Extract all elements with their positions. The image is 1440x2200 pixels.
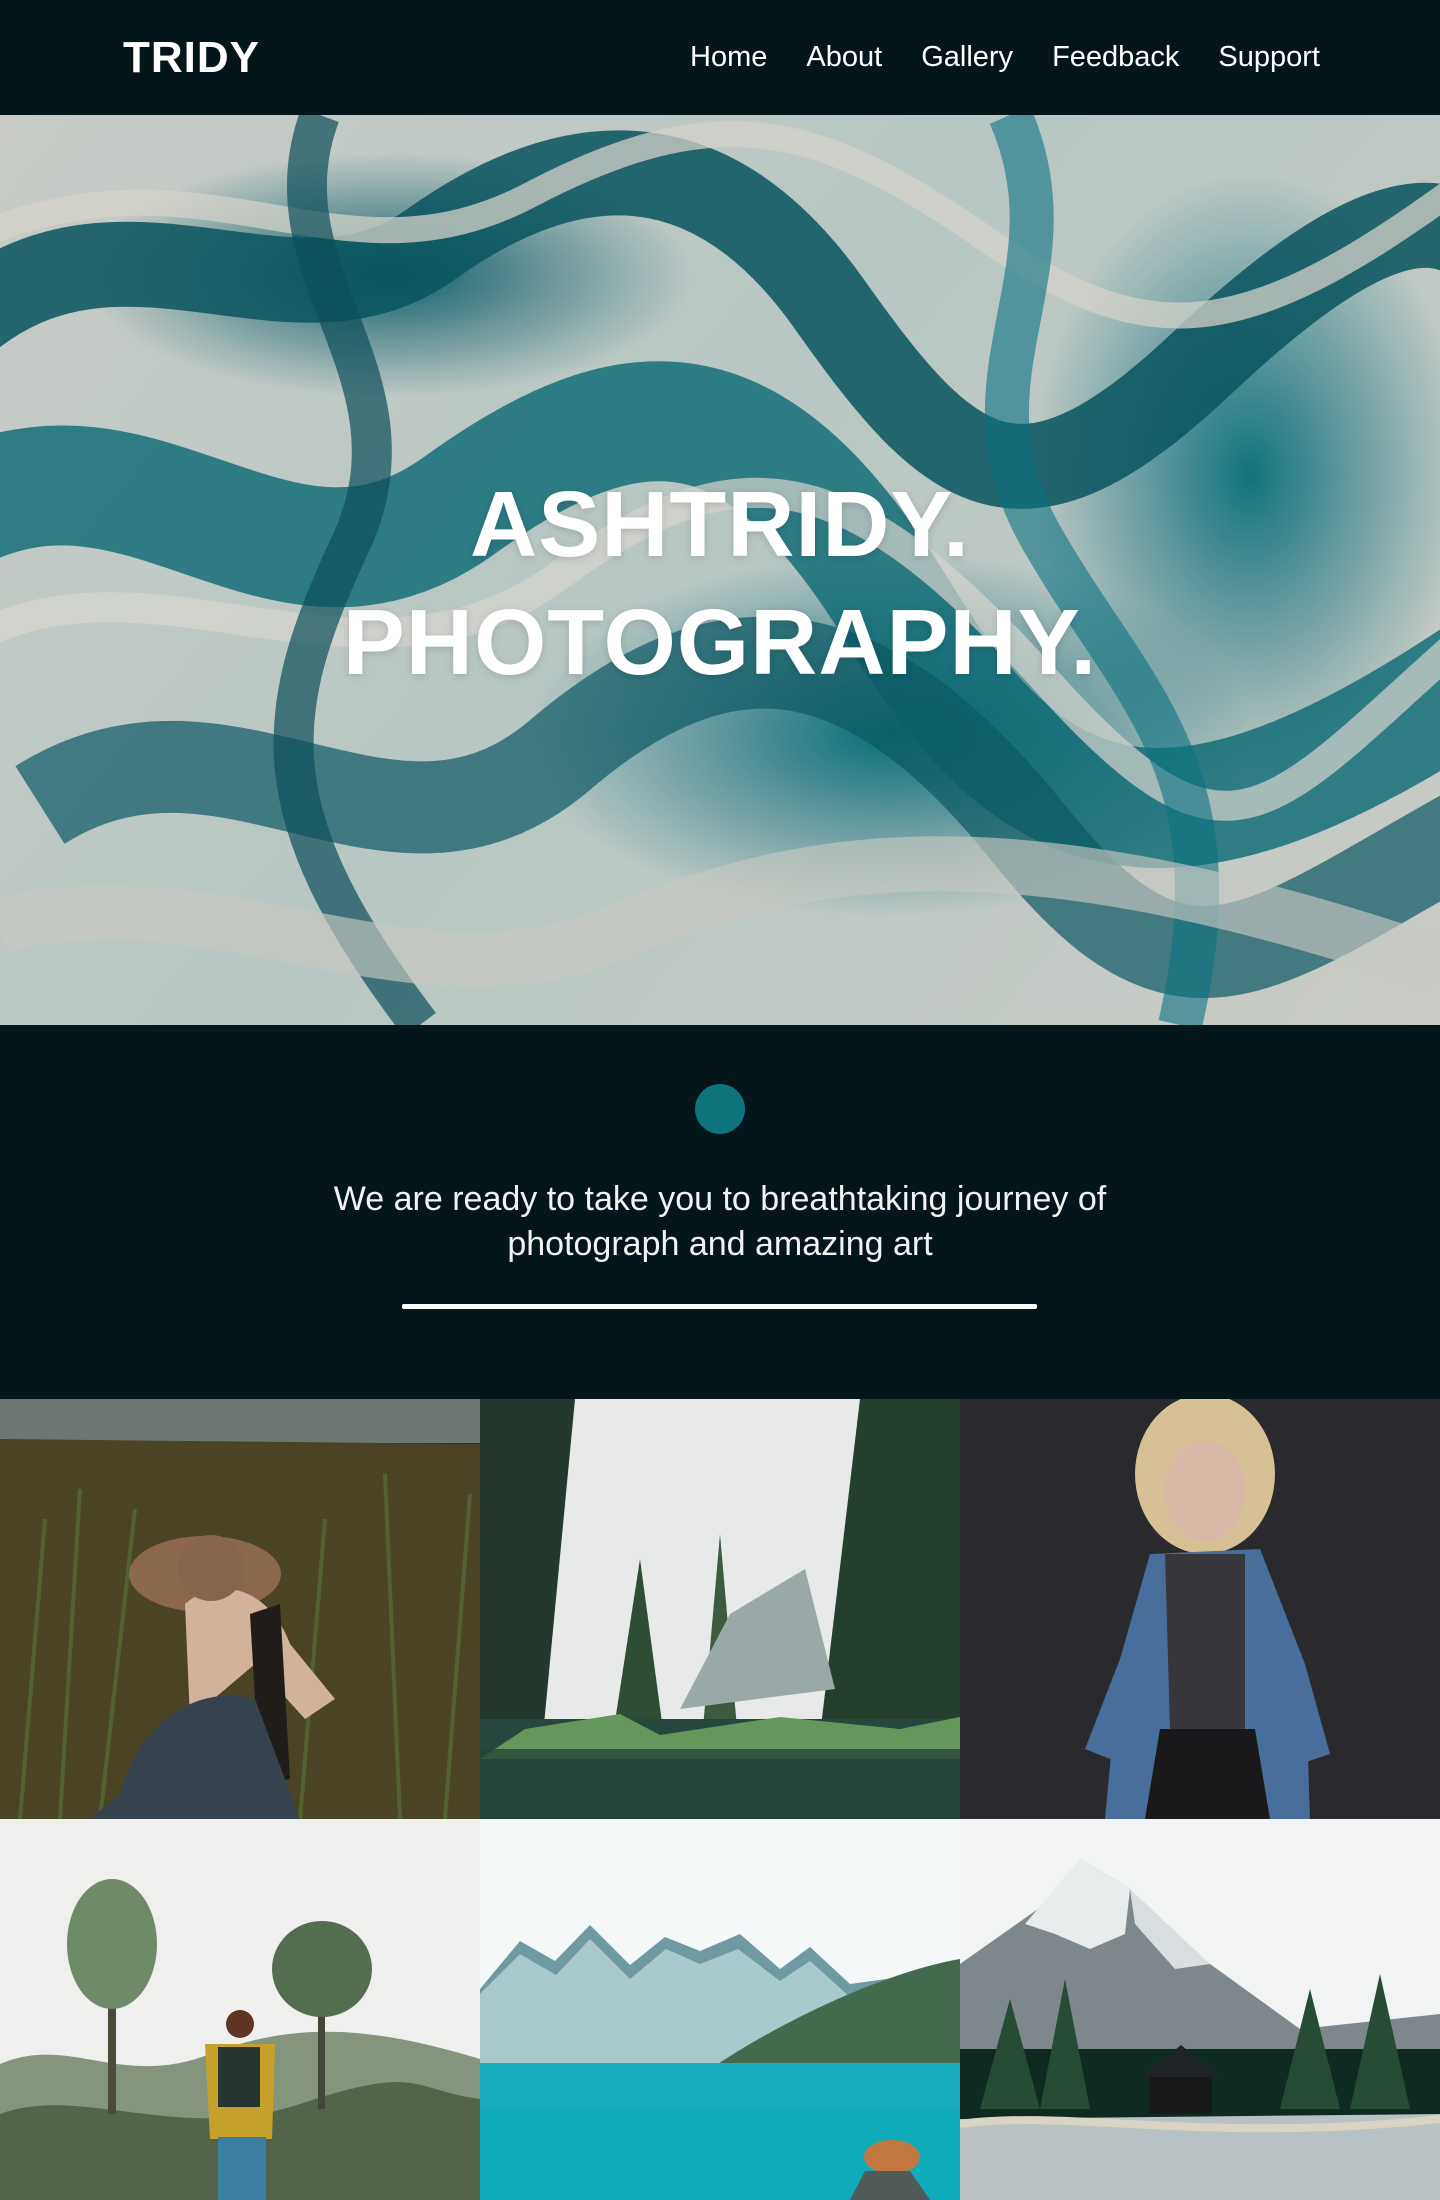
turquoise-mountain-lake-photo[interactable] xyxy=(480,1819,960,2200)
turquoise-mountain-lake-image xyxy=(480,1819,960,2200)
denim-jacket-portrait-image xyxy=(960,1399,1440,1819)
photographer-in-field-image xyxy=(0,1399,480,1819)
forest-lake-photo[interactable] xyxy=(480,1399,960,1819)
nav-support-link[interactable]: Support xyxy=(1218,41,1320,74)
mountain-cabin-lake-photo[interactable] xyxy=(960,1819,1440,2200)
nav-about-link[interactable]: About xyxy=(806,41,882,74)
hiker-in-misty-forest-photo[interactable] xyxy=(0,1819,480,2200)
top-navigation: TRIDY Home About Gallery Feedback Suppor… xyxy=(0,0,1440,115)
forest-lake-image xyxy=(480,1399,960,1819)
decorative-dot-icon xyxy=(695,1084,745,1134)
photo-gallery xyxy=(0,1399,1440,2200)
hiker-in-misty-forest-image xyxy=(0,1819,480,2200)
intro-tagline-line-1: We are ready to take you to breathtaking… xyxy=(333,1180,1107,1218)
hero-heading-line-1: ASHTRIDY. xyxy=(470,472,970,576)
hero-banner: ASHTRIDY. PHOTOGRAPHY. xyxy=(0,115,1440,1025)
nav-feedback-link[interactable]: Feedback xyxy=(1052,41,1179,74)
nav-gallery-link[interactable]: Gallery xyxy=(921,41,1013,74)
hero-heading: ASHTRIDY. PHOTOGRAPHY. xyxy=(0,465,1440,701)
intro-divider xyxy=(402,1304,1037,1309)
brand-logo[interactable]: TRIDY xyxy=(123,33,260,83)
intro-tagline: We are ready to take you to breathtaking… xyxy=(0,1177,1440,1267)
hero-heading-line-2: PHOTOGRAPHY. xyxy=(342,590,1098,695)
primary-navigation: Home About Gallery Feedback Support xyxy=(690,41,1320,74)
intro-tagline-line-2: photograph and amazing art xyxy=(507,1224,933,1263)
nav-home-link[interactable]: Home xyxy=(690,41,767,74)
intro-section: We are ready to take you to breathtaking… xyxy=(0,1025,1440,1399)
mountain-cabin-lake-image xyxy=(960,1819,1440,2200)
photographer-in-field-photo[interactable] xyxy=(0,1399,480,1819)
denim-jacket-portrait-photo[interactable] xyxy=(960,1399,1440,1819)
